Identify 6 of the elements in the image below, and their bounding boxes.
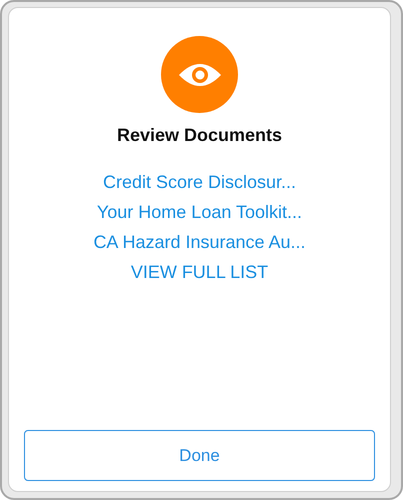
dialog-title: Review Documents (116, 125, 282, 146)
document-link[interactable]: Your Home Loan Toolkit... (96, 201, 302, 224)
document-link[interactable]: VIEW FULL LIST (130, 261, 268, 284)
document-link[interactable]: Credit Score Disclosur... (102, 171, 296, 194)
done-button[interactable]: Done (24, 430, 375, 481)
document-link[interactable]: CA Hazard Insurance Au... (93, 231, 306, 254)
